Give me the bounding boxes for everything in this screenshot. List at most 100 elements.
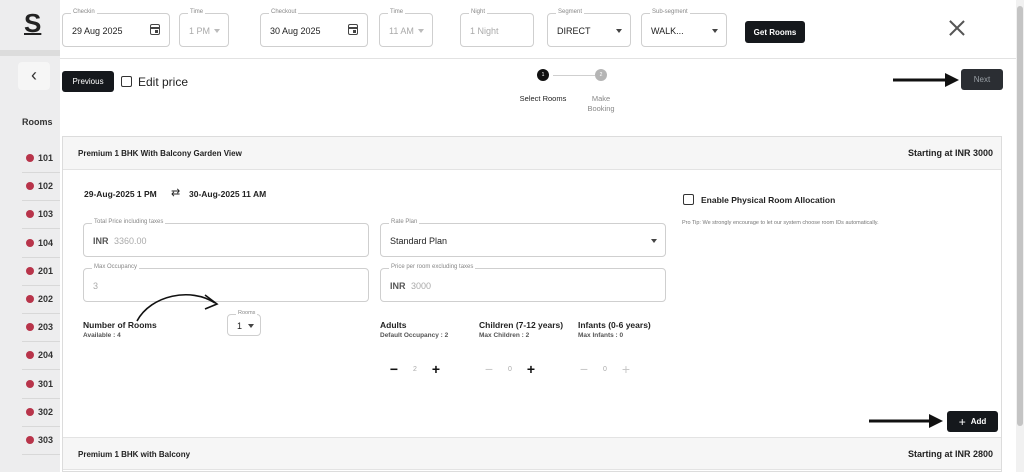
checkin-date-field[interactable]: Checkin 29 Aug 2025 xyxy=(62,9,170,47)
plus-icon[interactable]: + xyxy=(524,362,538,376)
segment-label: Segment xyxy=(556,9,585,15)
rate-plan-select[interactable]: Rate Plan Standard Plan xyxy=(380,219,666,257)
close-icon[interactable] xyxy=(948,19,966,37)
add-room-button[interactable]: + Add xyxy=(947,411,998,432)
minus-icon[interactable]: − xyxy=(482,362,496,376)
price-per-room-value: 3000 xyxy=(411,281,432,291)
room-number: 301 xyxy=(38,379,54,389)
background-room-item[interactable]: 104 xyxy=(26,238,53,248)
infants-sub: Max Infants : 0 xyxy=(578,332,624,339)
room-row-divider xyxy=(22,313,60,314)
background-room-item[interactable]: 204 xyxy=(26,350,53,360)
background-room-item[interactable]: 101 xyxy=(26,153,53,163)
room-type-card: Premium 1 BHK With Balcony Garden View S… xyxy=(62,136,1002,472)
get-rooms-button[interactable]: Get Rooms xyxy=(745,21,805,43)
back-button[interactable]: ‹ xyxy=(18,62,50,90)
segment-select[interactable]: Segment DIRECT xyxy=(547,9,631,47)
room-row-divider xyxy=(22,341,60,342)
checkout-date-field[interactable]: Checkout 30 Aug 2025 xyxy=(260,9,368,47)
next-button[interactable]: Next xyxy=(961,69,1003,90)
chevron-down-icon xyxy=(214,29,220,33)
chevron-down-icon xyxy=(616,29,622,33)
max-occupancy-label: Max Occupancy xyxy=(92,264,140,270)
physical-allocation-checkbox[interactable] xyxy=(683,194,694,205)
background-room-item[interactable]: 302 xyxy=(26,407,53,417)
plus-icon[interactable]: + xyxy=(429,362,443,376)
room-number: 302 xyxy=(38,407,54,417)
infants-count: 0 xyxy=(603,365,607,373)
room-row-divider xyxy=(22,228,60,229)
background-room-item[interactable]: 202 xyxy=(26,294,53,304)
chevron-down-icon xyxy=(712,29,718,33)
annotation-arrow-add xyxy=(869,414,943,428)
room-row-divider xyxy=(22,285,60,286)
next-room-starting-price: Starting at INR 2800 xyxy=(907,449,993,459)
room-row-divider xyxy=(22,369,60,370)
room-status-dot xyxy=(26,154,34,162)
room-status-dot xyxy=(26,380,34,388)
children-sub: Max Children : 2 xyxy=(479,332,530,339)
edit-price-checkbox[interactable] xyxy=(121,76,132,87)
checkin-label: Checkin xyxy=(71,9,97,15)
background-room-item[interactable]: 201 xyxy=(26,266,53,276)
rate-plan-label: Rate Plan xyxy=(389,219,420,225)
minus-icon[interactable]: − xyxy=(577,362,591,376)
background-room-item[interactable]: 301 xyxy=(26,379,53,389)
max-occupancy-value: 3 xyxy=(93,281,99,291)
calendar-icon[interactable] xyxy=(150,24,160,35)
checkout-time-select: Time 11 AM xyxy=(379,9,433,47)
adults-stepper: − 2 + xyxy=(387,362,443,376)
stay-checkin-datetime: 29-Aug-2025 1 PM xyxy=(84,189,157,199)
infants-stepper: − 0 + xyxy=(577,362,633,376)
step-1-label: Select Rooms xyxy=(519,94,567,103)
room-row-divider xyxy=(22,398,60,399)
room-starting-price: Starting at INR 3000 xyxy=(907,148,993,158)
background-room-item[interactable]: 102 xyxy=(26,181,53,191)
background-room-item[interactable]: 103 xyxy=(26,209,53,219)
scrollbar-thumb[interactable] xyxy=(1017,6,1023,426)
adults-sub: Default Occupancy : 2 xyxy=(380,332,449,339)
room-number: 201 xyxy=(38,266,54,276)
children-count: 0 xyxy=(508,365,512,373)
total-price-currency: INR xyxy=(93,236,109,246)
checkin-value: 29 Aug 2025 xyxy=(72,26,123,36)
night-label: Night xyxy=(469,9,488,15)
segment-value: DIRECT xyxy=(557,26,591,36)
subsegment-label: Sub-segment xyxy=(650,9,690,15)
step-2-indicator: 2 xyxy=(595,69,607,81)
next-room-type-title: Premium 1 BHK with Balcony xyxy=(78,450,191,459)
room-number: 203 xyxy=(38,322,54,332)
previous-button[interactable]: Previous xyxy=(62,71,114,92)
children-title: Children (7-12 years) xyxy=(479,320,564,330)
checkout-label: Checkout xyxy=(269,9,299,15)
modal-scrollbar[interactable] xyxy=(1016,0,1024,472)
background-divider xyxy=(0,50,60,56)
plus-icon[interactable]: + xyxy=(619,362,633,376)
chevron-down-icon xyxy=(418,29,424,33)
room-row-divider xyxy=(22,200,60,201)
rooms-select-value: 1 xyxy=(237,321,243,331)
room-number: 202 xyxy=(38,294,54,304)
minus-icon[interactable]: − xyxy=(387,362,401,376)
room-status-dot xyxy=(26,295,34,303)
total-price-value: 3360.00 xyxy=(114,236,147,246)
room-status-dot xyxy=(26,210,34,218)
adults-title: Adults xyxy=(380,320,407,330)
stay-checkout-datetime: 30-Aug-2025 11 AM xyxy=(189,189,267,199)
subsegment-select[interactable]: Sub-segment WALK... xyxy=(641,9,727,47)
room-number: 102 xyxy=(38,181,54,191)
background-room-item[interactable]: 303 xyxy=(26,435,53,445)
calendar-icon[interactable] xyxy=(348,24,358,35)
chevron-left-icon: ‹ xyxy=(31,65,37,85)
background-room-item[interactable]: 203 xyxy=(26,322,53,332)
chevron-down-icon xyxy=(248,324,254,328)
room-status-dot xyxy=(26,182,34,190)
room-number: 104 xyxy=(38,238,54,248)
rooms-count-select[interactable]: Rooms 1 xyxy=(227,310,261,336)
checkin-time-label: Time xyxy=(188,9,206,15)
room-number: 101 xyxy=(38,153,54,163)
physical-allocation-label: Enable Physical Room Allocation xyxy=(701,195,836,205)
subsegment-value: WALK... xyxy=(651,26,684,36)
app-logo: S xyxy=(24,8,42,38)
rate-plan-value: Standard Plan xyxy=(390,236,448,246)
